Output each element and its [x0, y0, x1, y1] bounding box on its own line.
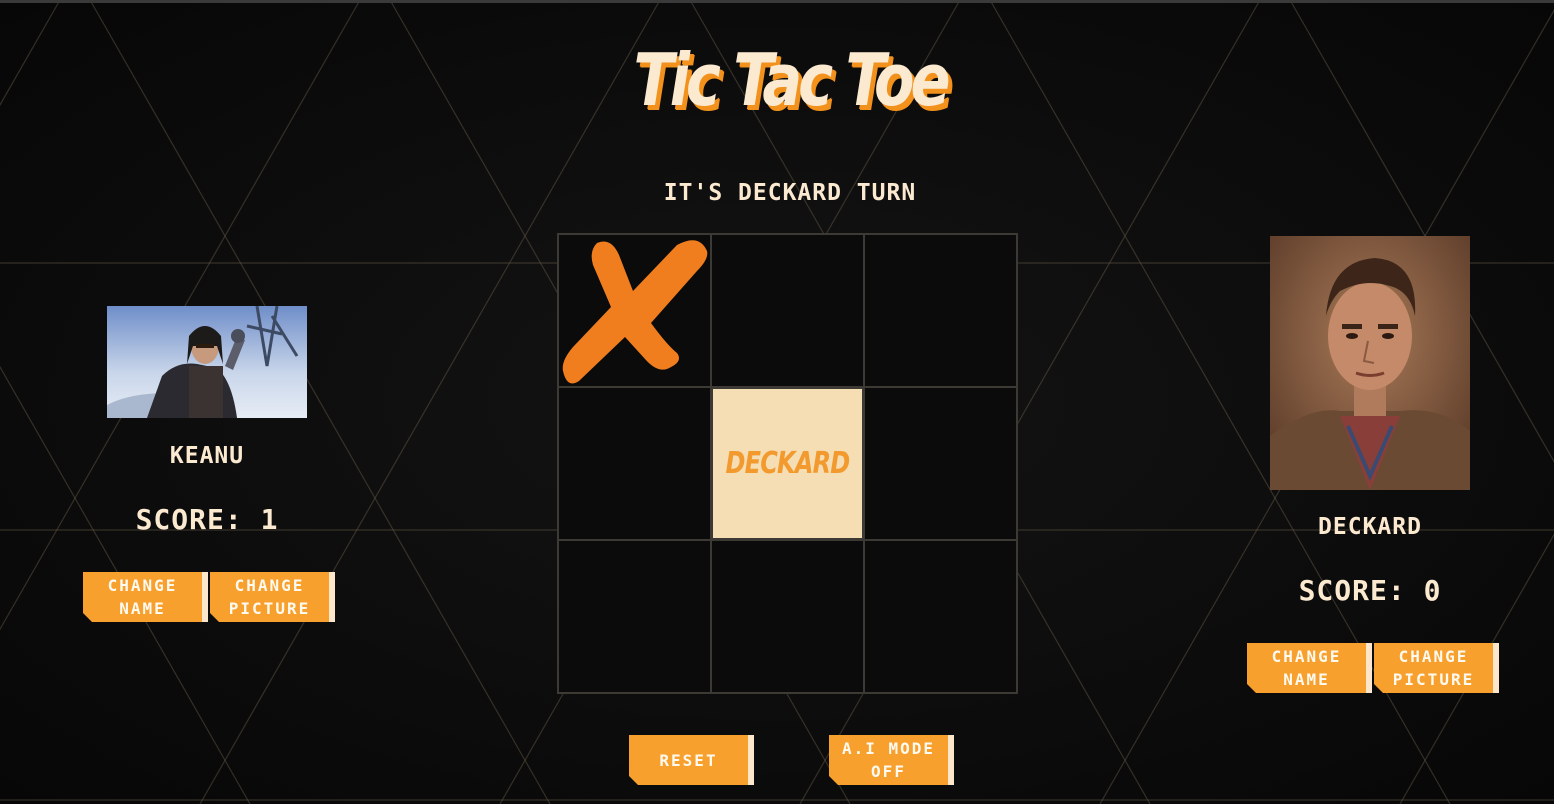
- player-2-change-picture-button[interactable]: CHANGE PICTURE: [1374, 643, 1499, 693]
- top-border: [0, 0, 1554, 3]
- game-title: Tic Tac Toe: [633, 38, 951, 122]
- player-2-change-name-button[interactable]: CHANGE NAME: [1247, 643, 1372, 693]
- player-1-name: KEANU: [169, 443, 245, 469]
- board-cell-4[interactable]: [558, 387, 711, 540]
- turn-status: IT'S DECKARD TURN: [663, 180, 917, 206]
- board-cell-5[interactable]: DECKARD: [711, 387, 864, 540]
- player-1-change-name-button[interactable]: CHANGE NAME: [83, 572, 208, 622]
- board-cell-2[interactable]: [711, 234, 864, 387]
- board-cell-9[interactable]: [864, 540, 1017, 693]
- board-cell-6[interactable]: [864, 387, 1017, 540]
- reset-button[interactable]: RESET: [629, 735, 754, 785]
- player-1-score: SCORE: 1: [135, 503, 279, 536]
- ai-mode-toggle-button[interactable]: A.I MODE OFF: [829, 735, 954, 785]
- player-2-score: SCORE: 0: [1298, 574, 1442, 607]
- player-1-change-picture-button[interactable]: CHANGE PICTURE: [210, 572, 335, 622]
- x-mark-icon: [562, 240, 708, 384]
- board-cell-3[interactable]: [864, 234, 1017, 387]
- game-board: DECKARD: [557, 233, 1018, 694]
- board-cell-8[interactable]: [711, 540, 864, 693]
- board-cell-1[interactable]: [558, 234, 711, 387]
- board-cell-7[interactable]: [558, 540, 711, 693]
- player-1-avatar: [107, 306, 307, 418]
- player-2-name: DECKARD: [1318, 514, 1422, 540]
- player-2-avatar: [1270, 236, 1470, 490]
- hover-preview-label: DECKARD: [725, 446, 851, 481]
